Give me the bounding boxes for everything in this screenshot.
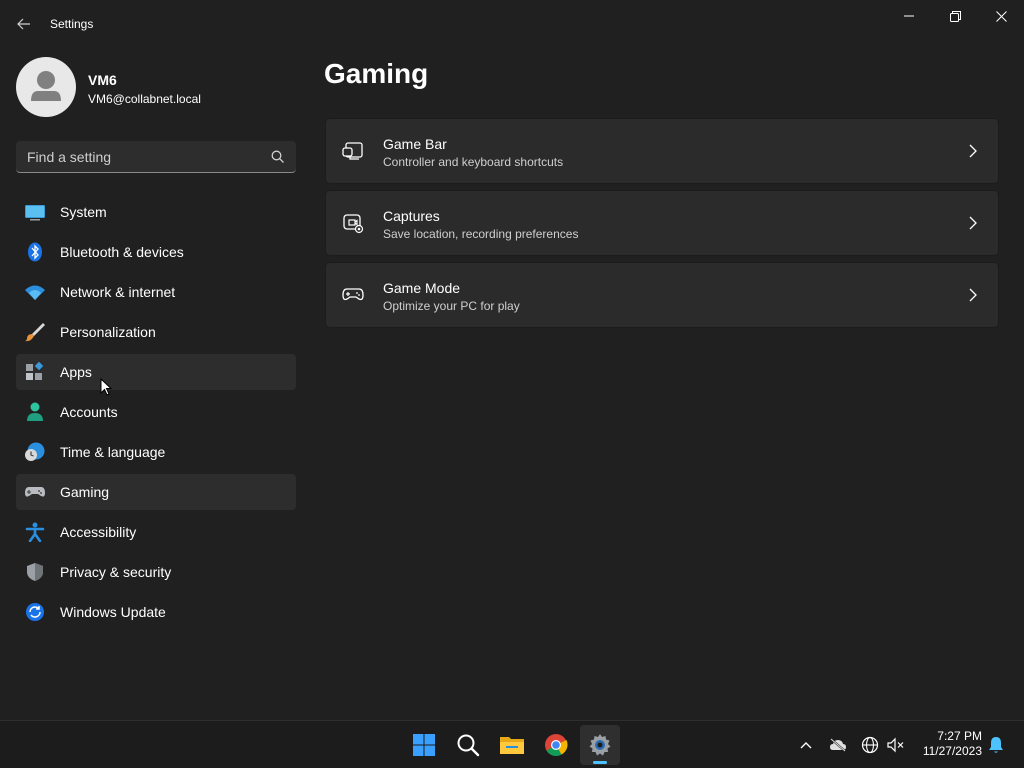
- network-icon: [861, 736, 879, 754]
- close-button[interactable]: [978, 0, 1024, 32]
- chrome-icon: [545, 734, 568, 756]
- card-subtitle: Save location, recording preferences: [383, 227, 579, 241]
- sidebar-item-label: Accounts: [60, 404, 118, 420]
- taskbar-start-button[interactable]: [404, 725, 444, 765]
- taskbar-search-button[interactable]: [448, 725, 488, 765]
- chevron-right-icon: [969, 144, 977, 158]
- globe-clock-icon: [25, 442, 45, 461]
- taskbar: 7:27 PM 11/27/2023: [0, 720, 1024, 768]
- sidebar-item-accounts[interactable]: Accounts: [16, 394, 296, 430]
- back-arrow-icon: [17, 18, 30, 30]
- profile-name: VM6: [88, 72, 117, 88]
- sidebar-item-system[interactable]: System: [16, 194, 296, 230]
- minimize-button[interactable]: [886, 0, 932, 32]
- onedrive-offline-icon: [830, 738, 846, 752]
- gamepad-icon: [342, 288, 364, 301]
- sidebar-nav: System Bluetooth & devices Network & int…: [16, 194, 296, 634]
- card-subtitle: Optimize your PC for play: [383, 299, 520, 313]
- volume-muted-icon: [887, 737, 904, 753]
- maximize-button[interactable]: [932, 0, 978, 32]
- card-title: Game Mode: [383, 280, 461, 296]
- user-profile[interactable]: VM6 VM6@collabnet.local: [16, 57, 296, 117]
- sidebar-item-privacy[interactable]: Privacy & security: [16, 554, 296, 590]
- taskbar-settings-button[interactable]: [580, 725, 620, 765]
- clock-time: 7:27 PM: [937, 729, 982, 743]
- chevron-up-icon: [800, 742, 812, 749]
- sidebar-item-time-language[interactable]: Time & language: [16, 434, 296, 470]
- clock-date: 11/27/2023: [922, 744, 982, 758]
- profile-email: VM6@collabnet.local: [88, 92, 201, 106]
- search-icon: [457, 734, 480, 757]
- system-icon: [25, 205, 45, 221]
- capture-icon: [343, 214, 364, 234]
- sidebar-item-label: Apps: [60, 364, 92, 380]
- sidebar-item-bluetooth[interactable]: Bluetooth & devices: [16, 234, 296, 270]
- sidebar-item-label: Windows Update: [60, 604, 166, 620]
- notifications-button[interactable]: [986, 735, 1006, 755]
- minimize-icon: [904, 15, 914, 17]
- sidebar-item-label: Bluetooth & devices: [60, 244, 184, 260]
- sidebar-item-label: Time & language: [60, 444, 166, 460]
- gamepad-icon: [25, 487, 45, 497]
- card-title: Game Bar: [383, 136, 447, 152]
- card-subtitle: Controller and keyboard shortcuts: [383, 155, 564, 169]
- show-hidden-icons-button[interactable]: [796, 735, 816, 755]
- volume-tray-button[interactable]: [886, 735, 906, 755]
- page-title: Gaming: [324, 58, 429, 89]
- close-icon: [995, 10, 1007, 22]
- game-mode-card[interactable]: Game Mode Optimize your PC for play: [325, 262, 999, 328]
- sidebar-item-windows-update[interactable]: Windows Update: [16, 594, 296, 630]
- sidebar-item-personalization[interactable]: Personalization: [16, 314, 296, 350]
- taskbar-file-explorer-button[interactable]: [492, 725, 532, 765]
- sidebar-item-label: Privacy & security: [60, 564, 172, 580]
- bluetooth-icon: [28, 242, 42, 262]
- file-explorer-icon: [500, 737, 524, 754]
- card-title: Captures: [383, 208, 440, 224]
- restore-icon: [949, 10, 961, 22]
- title-bar: Settings: [0, 0, 1024, 48]
- person-icon: [27, 402, 43, 421]
- chevron-right-icon: [969, 288, 977, 302]
- notification-bell-icon: [989, 737, 1003, 753]
- sidebar-item-gaming[interactable]: Gaming: [16, 474, 296, 510]
- update-icon: [26, 603, 44, 621]
- network-tray-button[interactable]: [860, 735, 880, 755]
- person-silhouette-icon: [31, 71, 61, 101]
- start-icon: [413, 734, 435, 756]
- sidebar-item-network[interactable]: Network & internet: [16, 274, 296, 310]
- search-input[interactable]: [16, 141, 264, 172]
- brush-icon: [25, 323, 45, 342]
- sidebar-item-accessibility[interactable]: Accessibility: [16, 514, 296, 550]
- captures-card[interactable]: Captures Save location, recording prefer…: [325, 190, 999, 256]
- app-title: Settings: [50, 17, 94, 31]
- back-button[interactable]: [10, 10, 38, 38]
- sidebar-item-label: Personalization: [60, 324, 156, 340]
- game-bar-icon: [342, 142, 363, 160]
- sidebar-item-apps[interactable]: Apps: [16, 354, 296, 390]
- active-app-indicator: [593, 761, 607, 764]
- onedrive-tray-button[interactable]: [828, 735, 848, 755]
- shield-icon: [27, 563, 43, 581]
- sidebar-item-label: System: [60, 204, 107, 220]
- sidebar-item-label: Gaming: [60, 484, 110, 500]
- avatar: [16, 57, 76, 117]
- sidebar-item-label: Network & internet: [60, 284, 176, 300]
- taskbar-chrome-button[interactable]: [536, 725, 576, 765]
- apps-icon: [26, 362, 44, 380]
- game-bar-card[interactable]: Game Bar Controller and keyboard shortcu…: [325, 118, 999, 184]
- sidebar-item-label: Accessibility: [60, 524, 137, 540]
- taskbar-clock[interactable]: 7:27 PM 11/27/2023: [912, 729, 982, 759]
- wifi-icon: [25, 285, 45, 300]
- settings-icon: [589, 734, 611, 756]
- chevron-right-icon: [969, 216, 977, 230]
- search-icon[interactable]: [270, 149, 286, 165]
- search-box[interactable]: [16, 141, 296, 173]
- accessibility-icon: [25, 522, 45, 542]
